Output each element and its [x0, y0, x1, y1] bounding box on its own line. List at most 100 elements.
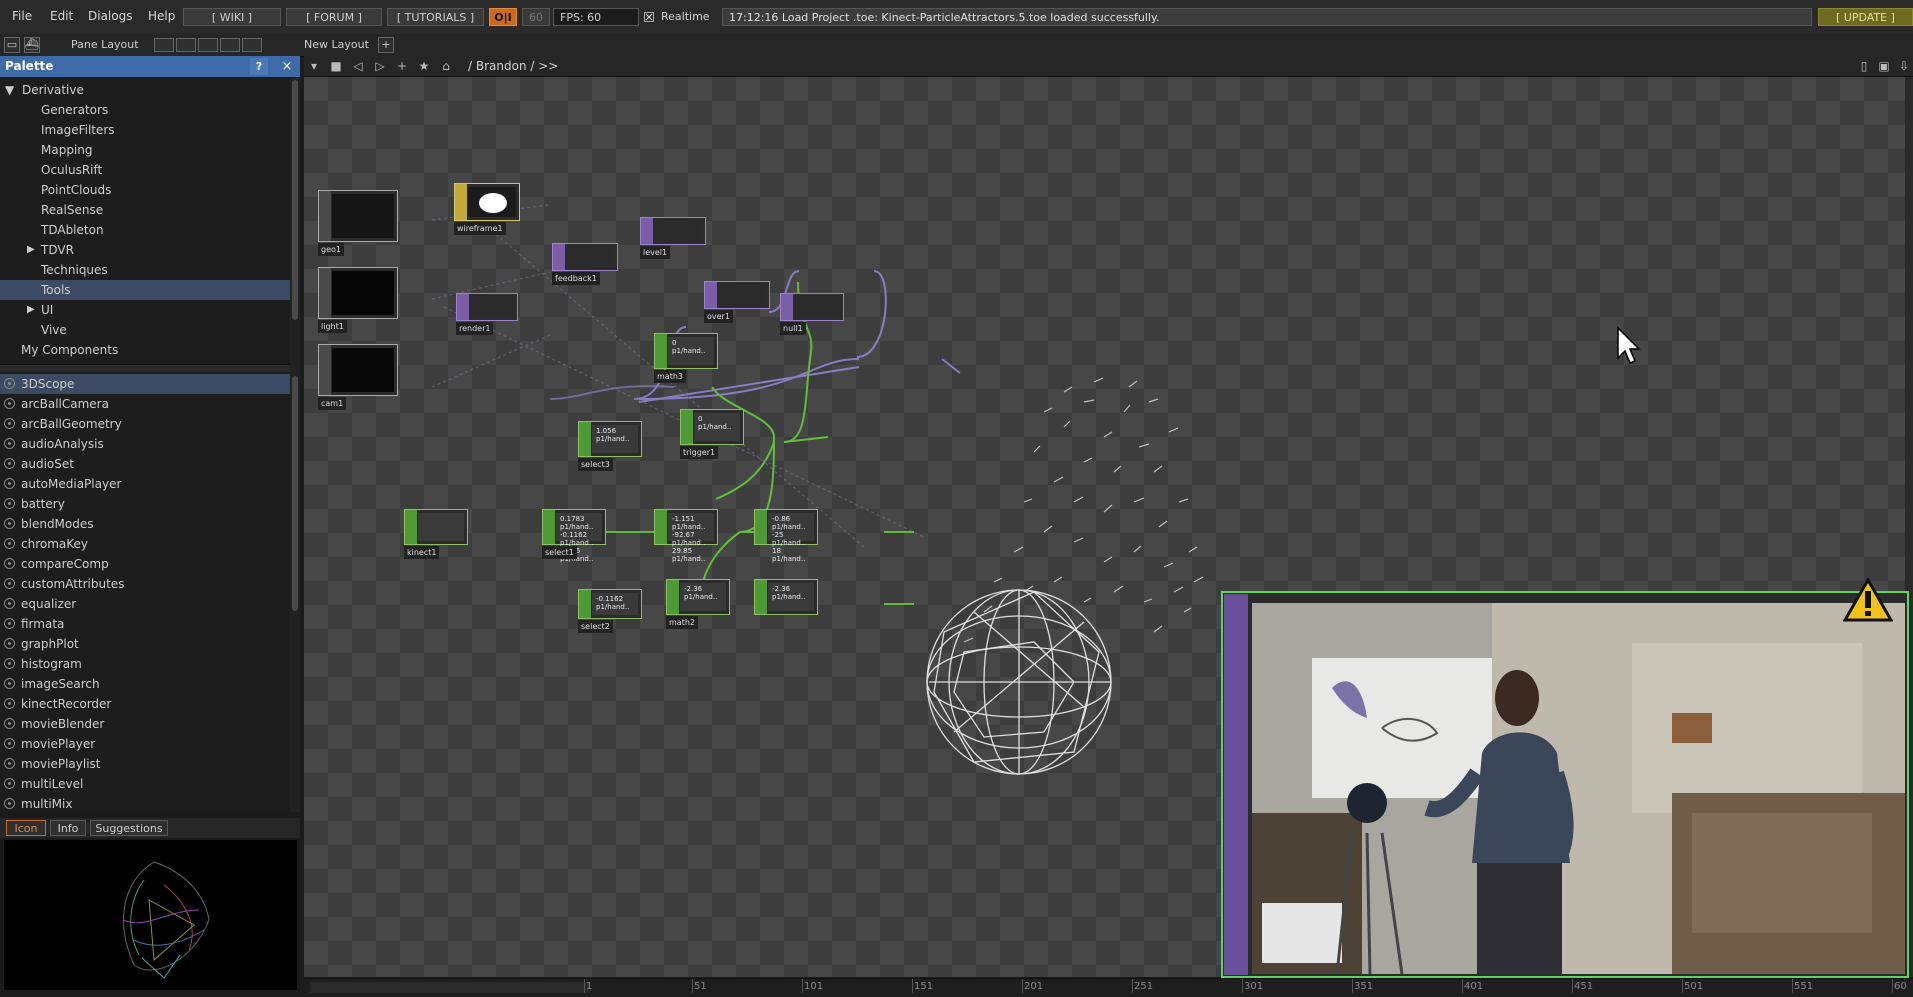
list-item[interactable]: moviePlaylist — [0, 754, 290, 774]
pane-export-icon[interactable]: ⇩ — [1896, 58, 1912, 74]
tree-item-generators[interactable]: Generators — [0, 100, 290, 120]
wiki-button[interactable]: [ WIKI ] — [183, 8, 281, 26]
list-item[interactable]: moviePlayer — [0, 734, 290, 754]
add-layout-button[interactable]: + — [378, 37, 394, 53]
list-item[interactable]: equalizer — [0, 594, 290, 614]
list-item[interactable]: audioSet — [0, 454, 290, 474]
tree-item-tdvr[interactable]: ▶ TDVR — [0, 240, 290, 260]
list-item[interactable]: multiLevel — [0, 774, 290, 794]
timeline-bar[interactable]: 1 51 101 151 201 251 301 351 401 451 501… — [304, 978, 1913, 997]
operator-select1[interactable]: 0.1783 p1/hand.. -0.1162 p1/hand.. 1.056… — [542, 509, 606, 563]
triangle-right-icon[interactable]: ▶ — [27, 240, 35, 260]
triangle-down-icon[interactable]: ▼ — [5, 80, 14, 100]
list-item[interactable]: histogram — [0, 654, 290, 674]
list-item[interactable]: blendModes — [0, 514, 290, 534]
operator-geo1[interactable]: geo1 — [318, 190, 398, 256]
operator-trigger1[interactable]: 0 p1/hand.. trigger1 — [680, 409, 744, 459]
tab-icon[interactable]: Icon — [6, 820, 46, 836]
list-item[interactable]: firmata — [0, 614, 290, 634]
layout-quad-icon[interactable] — [242, 38, 262, 52]
window-icon[interactable]: ▭ — [4, 37, 20, 53]
oi-toggle-button[interactable]: O|I — [489, 8, 517, 26]
operator-cam1[interactable]: cam1 — [318, 344, 398, 410]
component-list-scroll-thumb[interactable] — [292, 376, 298, 611]
operator-math-right[interactable]: -0.86 p1/hand.. -25 p1/hand.. 18 p1/hand… — [754, 509, 818, 563]
fps-target-field[interactable]: 60 — [522, 8, 550, 26]
warning-icon[interactable] — [1843, 578, 1893, 622]
star-icon[interactable]: ★ — [416, 58, 432, 74]
tutorials-button[interactable]: [ TUTORIALS ] — [387, 8, 484, 26]
operator-feedback1[interactable]: feedback1 — [552, 243, 618, 285]
chevron-down-icon[interactable]: ▾ — [306, 58, 322, 74]
operator-math3[interactable]: 0 p1/hand.. math3 — [654, 333, 718, 383]
list-item[interactable]: 3DScope — [0, 374, 290, 394]
network-path[interactable]: / Brandon / >> — [468, 59, 558, 73]
tree-item-tdableton[interactable]: TDAbleton — [0, 220, 290, 240]
layout-triple-icon[interactable] — [220, 38, 240, 52]
tree-item-realsense[interactable]: RealSense — [0, 200, 290, 220]
list-item[interactable]: chromaKey — [0, 534, 290, 554]
operator-level1[interactable]: level1 — [640, 217, 706, 259]
tree-item-tools[interactable]: Tools — [0, 280, 290, 300]
tree-item-derivative[interactable]: ▼ Derivative — [0, 80, 290, 100]
back-icon[interactable]: ◁ — [350, 58, 366, 74]
list-item[interactable]: multiMix — [0, 794, 290, 812]
operator-light1[interactable]: light1 — [318, 267, 398, 333]
operator-wireframe1[interactable]: wireframe1 — [454, 183, 520, 235]
operator-select3[interactable]: 1.056 p1/hand.. select3 — [578, 421, 642, 471]
operator-math2[interactable]: -2.36 p1/hand.. math2 — [666, 579, 730, 629]
list-item[interactable]: imageSearch — [0, 674, 290, 694]
pane-split-icon[interactable]: ▯ — [1856, 58, 1872, 74]
timeline-range-field[interactable] — [310, 982, 590, 993]
list-item[interactable]: arcBallCamera — [0, 394, 290, 414]
new-layout-button[interactable]: New Layout — [304, 38, 369, 51]
operator-select2[interactable]: -0.1162 p1/hand.. select2 — [578, 589, 642, 633]
forum-button[interactable]: [ FORUM ] — [286, 8, 382, 26]
tab-info[interactable]: Info — [50, 820, 86, 836]
operator-limit[interactable]: -2.36 p1/hand.. — [754, 579, 818, 615]
operator-kinect1[interactable]: kinect1 — [404, 509, 468, 559]
menu-help[interactable]: Help — [148, 9, 175, 23]
forward-icon[interactable]: ▷ — [372, 58, 388, 74]
timeline-tick: 301 — [1241, 979, 1264, 993]
realtime-checkbox[interactable] — [644, 12, 654, 22]
list-item[interactable]: compareComp — [0, 554, 290, 574]
tree-item-oculusrift[interactable]: OculusRift — [0, 160, 290, 180]
ship-icon[interactable]: ⛴ — [24, 37, 40, 53]
palette-tree-scroll-thumb[interactable] — [292, 80, 298, 320]
tree-item-mapping[interactable]: Mapping — [0, 140, 290, 160]
home-icon[interactable]: ⌂ — [438, 58, 454, 74]
list-item[interactable]: arcBallGeometry — [0, 414, 290, 434]
tab-suggestions[interactable]: Suggestions — [90, 820, 168, 836]
plus-icon[interactable]: + — [394, 58, 410, 74]
list-item[interactable]: audioAnalysis — [0, 434, 290, 454]
list-item[interactable]: kinectRecorder — [0, 694, 290, 714]
palette-close-button[interactable]: × — [278, 58, 296, 75]
operator-math1[interactable]: -1.151 p1/hand.. -92.67 p1/hand.. 29.85 … — [654, 509, 718, 563]
tree-item-techniques[interactable]: Techniques — [0, 260, 290, 280]
menu-dialogs[interactable]: Dialogs — [88, 9, 132, 23]
tree-item-imagefilters[interactable]: ImageFilters — [0, 120, 290, 140]
pane-maximize-icon[interactable]: ▣ — [1876, 58, 1892, 74]
operator-render1[interactable]: render1 — [456, 293, 518, 335]
menu-file[interactable]: File — [12, 9, 32, 23]
list-item[interactable]: battery — [0, 494, 290, 514]
list-item[interactable]: graphPlot — [0, 634, 290, 654]
menu-edit[interactable]: Edit — [50, 9, 73, 23]
list-item[interactable]: movieBlender — [0, 714, 290, 734]
list-item[interactable]: customAttributes — [0, 574, 290, 594]
tree-item-ui[interactable]: ▶ UI — [0, 300, 290, 320]
tree-item-vive[interactable]: Vive — [0, 320, 290, 340]
layout-single-icon[interactable] — [154, 38, 174, 52]
palette-help-button[interactable]: ? — [250, 58, 268, 75]
tree-item-pointclouds[interactable]: PointClouds — [0, 180, 290, 200]
tree-item-my-components[interactable]: My Components — [0, 340, 290, 360]
operator-over1[interactable]: over1 — [704, 281, 770, 323]
layout-split-vertical-icon[interactable] — [176, 38, 196, 52]
triangle-right-icon[interactable]: ▶ — [27, 300, 35, 320]
update-button[interactable]: [ UPDATE ] — [1818, 8, 1913, 26]
list-item[interactable]: autoMediaPlayer — [0, 474, 290, 494]
layout-split-horizontal-icon[interactable] — [198, 38, 218, 52]
stop-icon[interactable]: ■ — [328, 58, 344, 74]
operator-null1[interactable]: null1 — [780, 293, 844, 335]
